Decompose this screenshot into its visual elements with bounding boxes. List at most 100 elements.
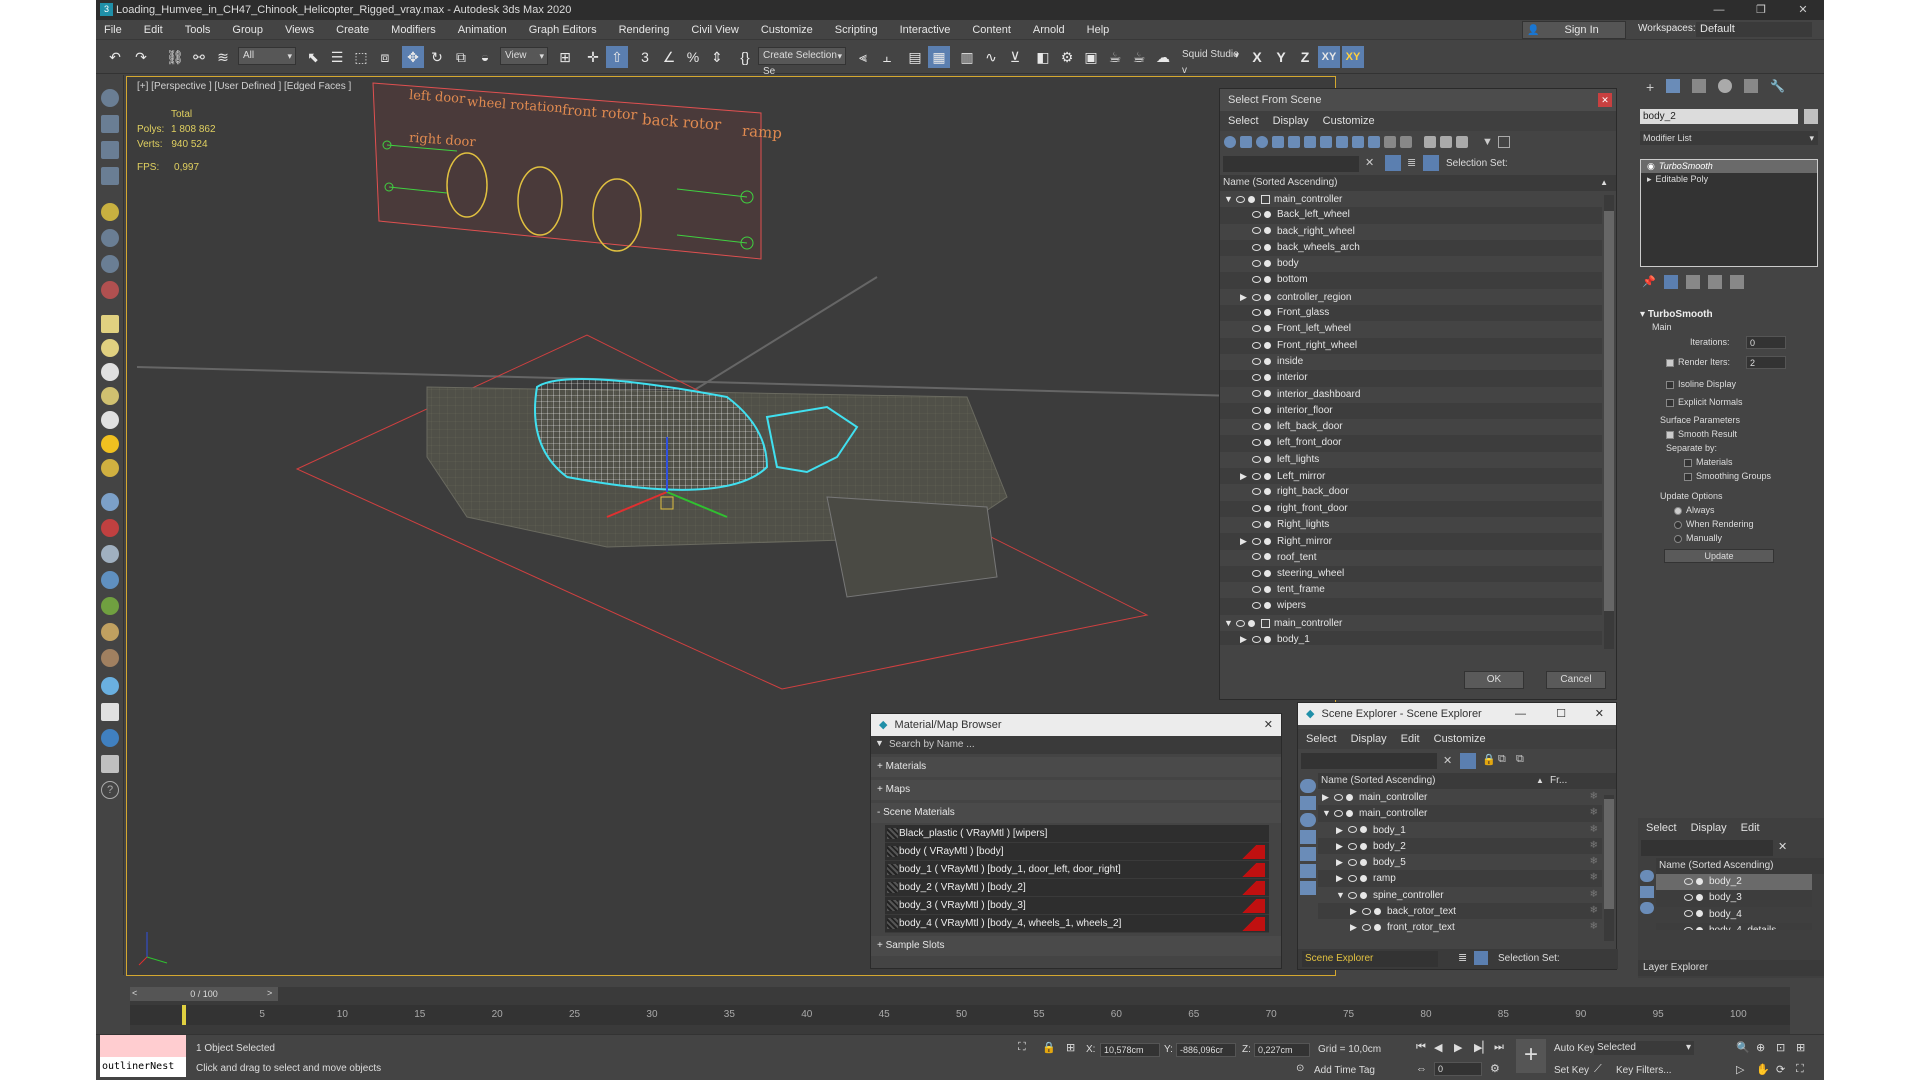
sfs-tree-row[interactable]: Front_left_wheel	[1220, 321, 1602, 337]
maxscript-listener[interactable]	[100, 1035, 186, 1057]
filter-all-icon[interactable]	[1424, 136, 1436, 148]
se-tree-row[interactable]: ▶ main_controller ❄	[1318, 789, 1602, 805]
filter-cameras-icon[interactable]	[1272, 136, 1284, 148]
visibility-eye-icon[interactable]	[1252, 211, 1261, 219]
sfs-tree-row[interactable]: right_back_door	[1220, 484, 1602, 500]
sample-slots-section[interactable]: + Sample Slots	[871, 936, 1281, 956]
se-display-geometry-icon[interactable]	[1300, 779, 1316, 793]
menu-edit[interactable]: Edit	[144, 24, 163, 36]
hierarchy-tab-icon[interactable]	[1692, 79, 1707, 93]
visibility-eye-icon[interactable]	[1252, 357, 1261, 365]
selection-filter-dropdown[interactable]: All	[238, 47, 296, 65]
menu-create[interactable]: Create	[336, 24, 369, 36]
visibility-eye-icon[interactable]	[1236, 195, 1245, 203]
cone-light-icon[interactable]	[101, 411, 119, 429]
sfs-column-header[interactable]: Name (Sorted Ascending) ▲	[1220, 175, 1616, 191]
material-editor-icon[interactable]: ◧	[1032, 46, 1054, 68]
se-tree-row[interactable]: ▼ main_controller ❄	[1318, 805, 1602, 822]
visibility-eye-icon[interactable]	[1252, 390, 1261, 398]
se-tree-row[interactable]: ▶ body_2 ❄	[1318, 837, 1602, 855]
visibility-eye-icon[interactable]	[1252, 406, 1261, 414]
smoothing-groups-checkbox[interactable]	[1684, 472, 1692, 481]
se-display-shapes-icon[interactable]	[1300, 796, 1316, 810]
expand-toggle-icon[interactable]: ▼	[1224, 191, 1236, 207]
sfs-tree-row[interactable]: ▶ body_1	[1220, 631, 1602, 645]
redo-icon[interactable]: ↷	[130, 46, 152, 68]
expand-toggle-icon[interactable]: ▼	[1336, 887, 1348, 903]
freeze-dot-icon[interactable]	[1374, 907, 1381, 915]
angle-snap-icon[interactable]: ∠	[658, 46, 680, 68]
filter-frozen-icon[interactable]	[1384, 136, 1396, 148]
play-icon[interactable]: ▶	[1454, 1041, 1462, 1054]
material-search-input[interactable]: Search by Name ...	[889, 737, 1269, 753]
render-iterative-icon[interactable]: ☕	[1128, 46, 1150, 68]
se-column-header[interactable]: Name (Sorted Ascending) ▲ Fr...	[1318, 773, 1616, 789]
se-display-groups-icon[interactable]	[1300, 881, 1316, 895]
auto-key-button[interactable]: Auto Key	[1554, 1043, 1595, 1054]
le-menu-edit[interactable]: Edit	[1741, 822, 1760, 834]
freeze-dot-icon[interactable]	[1264, 293, 1271, 301]
render-setup-icon[interactable]: ⚙	[1056, 46, 1078, 68]
select-object-icon[interactable]: ⬉	[302, 46, 324, 68]
select-and-move-icon[interactable]: ✥	[402, 46, 424, 68]
visibility-eye-icon[interactable]	[1684, 926, 1693, 930]
zoom-extents-icon[interactable]: ⊡	[1776, 1041, 1785, 1054]
freeze-dot-icon[interactable]	[1264, 602, 1271, 610]
freeze-dot-icon[interactable]	[1360, 842, 1367, 850]
sfs-tree-row[interactable]: left_lights	[1220, 452, 1602, 468]
dialog-close-icon[interactable]: ✕	[1598, 93, 1612, 107]
sfs-tree-row[interactable]: inside	[1220, 354, 1602, 370]
se-lock-icon[interactable]: 🔒	[1482, 753, 1496, 766]
visibility-eye-icon[interactable]	[1252, 374, 1261, 382]
se-display-cameras-icon[interactable]	[1300, 830, 1316, 844]
le-explorer-dropdown[interactable]: Layer Explorer	[1640, 961, 1770, 975]
utilities-tab-icon[interactable]: 🔧	[1770, 79, 1785, 95]
se-frozen-column[interactable]: Fr...	[1550, 773, 1567, 789]
filter-shapes-icon[interactable]	[1240, 136, 1252, 148]
grass-icon[interactable]	[101, 597, 119, 615]
filter-helpers-icon[interactable]	[1288, 136, 1300, 148]
le-clear-search-icon[interactable]: ✕	[1778, 840, 1787, 853]
filter-groups-icon[interactable]	[1320, 136, 1332, 148]
frozen-snowflake-icon[interactable]: ❄	[1590, 789, 1598, 805]
sfs-tree-row[interactable]: ▼ main_controller	[1220, 615, 1602, 631]
physics-icon[interactable]	[101, 677, 119, 695]
render-cloud-icon[interactable]: ☁	[1152, 46, 1174, 68]
filter-none-icon[interactable]	[1440, 136, 1452, 148]
expand-toggle-icon[interactable]: ▼	[1224, 615, 1236, 631]
display-tab-icon[interactable]	[1744, 79, 1759, 93]
filter-containers-icon[interactable]	[1368, 136, 1380, 148]
funnel-icon[interactable]: ▼	[1482, 136, 1494, 148]
bulb-icon[interactable]: ◉	[1647, 161, 1655, 171]
filter-spacewarps-icon[interactable]	[1304, 136, 1316, 148]
sfs-tree-row[interactable]: right_front_door	[1220, 500, 1602, 517]
visibility-eye-icon[interactable]	[1252, 488, 1261, 496]
visibility-eye-icon[interactable]	[1252, 472, 1261, 480]
clipboard-icon[interactable]	[101, 703, 119, 721]
se-menu-display[interactable]: Display	[1351, 733, 1387, 745]
le-geometry-icon[interactable]	[1640, 870, 1654, 882]
menu-tools[interactable]: Tools	[185, 24, 211, 36]
mesh-light-icon[interactable]	[101, 387, 119, 405]
menu-content[interactable]: Content	[972, 24, 1011, 36]
select-by-name-icon[interactable]: ☰	[326, 46, 348, 68]
freeze-dot-icon[interactable]	[1248, 619, 1255, 627]
key-tangent-icon[interactable]: ⟋	[1594, 1063, 1602, 1076]
squid-studio-menu[interactable]: Squid Studio v	[1178, 47, 1242, 76]
freeze-dot-icon[interactable]	[1264, 357, 1271, 365]
sfs-scrollbar-thumb[interactable]	[1604, 211, 1614, 611]
key-selection-dropdown[interactable]: Selected ▾	[1594, 1041, 1694, 1055]
visibility-eye-icon[interactable]	[1362, 924, 1371, 932]
modifier-list-dropdown[interactable]: Modifier List ▾	[1640, 131, 1818, 145]
visibility-eye-icon[interactable]	[1252, 276, 1261, 284]
turbosmooth-rollout-header[interactable]: ▾ TurboSmooth	[1640, 309, 1818, 320]
se-tree-row[interactable]: ▶ ramp ❄	[1318, 870, 1602, 887]
maps-section[interactable]: + Maps	[871, 780, 1281, 800]
ribbon-toggle-icon[interactable]: ▥	[956, 46, 978, 68]
freeze-dot-icon[interactable]	[1264, 341, 1271, 349]
freeze-dot-icon[interactable]	[1696, 910, 1703, 918]
visibility-eye-icon[interactable]	[1252, 439, 1261, 447]
visibility-eye-icon[interactable]	[1252, 260, 1261, 268]
minimize-icon[interactable]: —	[1698, 0, 1740, 20]
select-and-rotate-icon[interactable]: ↻	[426, 46, 448, 68]
